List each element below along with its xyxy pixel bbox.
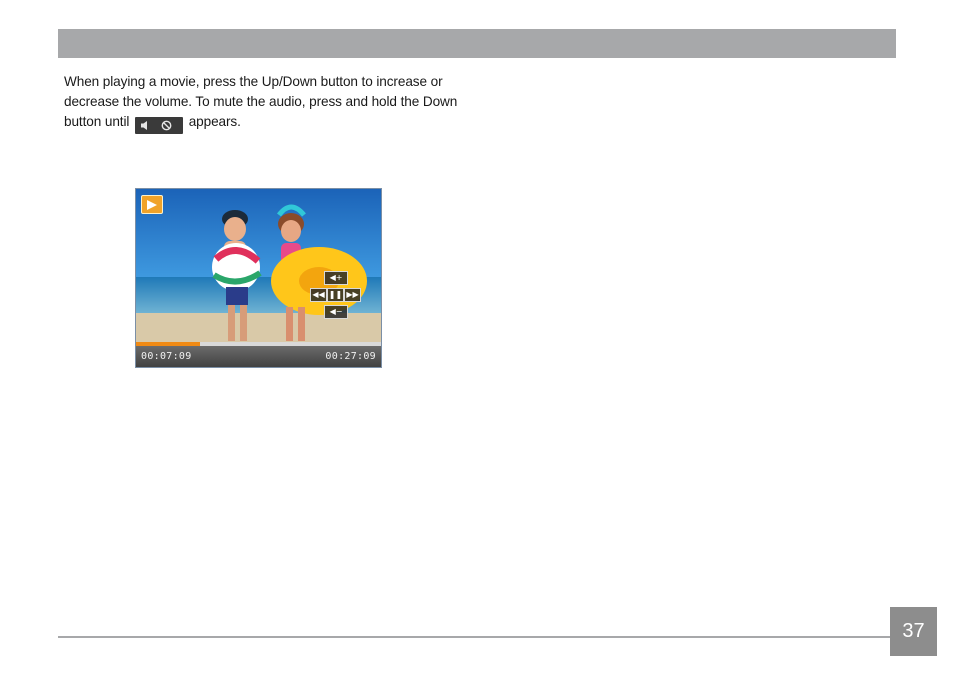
page-number: 37 (890, 607, 937, 656)
instruction-paragraph: When playing a movie, press the Up/Down … (64, 72, 464, 134)
instruction-text: When playing a movie, press the Up/Down … (64, 74, 458, 129)
rewind-icon[interactable]: ◀◀ (310, 288, 327, 302)
fast-forward-icon[interactable]: ▶▶ (344, 288, 361, 302)
instruction-text-end: appears. (188, 114, 241, 129)
speaker-muted-icon (135, 117, 183, 134)
time-bar: 00:07:09 00:27:09 (136, 346, 381, 367)
pause-icon[interactable]: ❚❚ (327, 288, 344, 302)
total-time: 00:27:09 (325, 351, 376, 362)
play-icon (141, 195, 163, 214)
header-bar (58, 29, 896, 58)
footer-rule (58, 636, 890, 638)
volume-down-icon[interactable]: ◀− (324, 305, 348, 319)
playback-controls: ◀+ ◀◀ ❚❚ ▶▶ ◀− (310, 271, 362, 319)
volume-up-icon[interactable]: ◀+ (324, 271, 348, 285)
elapsed-time: 00:07:09 (141, 351, 192, 362)
movie-playback-screen: ◀+ ◀◀ ❚❚ ▶▶ ◀− 00:07:09 00:27:09 (135, 188, 382, 368)
